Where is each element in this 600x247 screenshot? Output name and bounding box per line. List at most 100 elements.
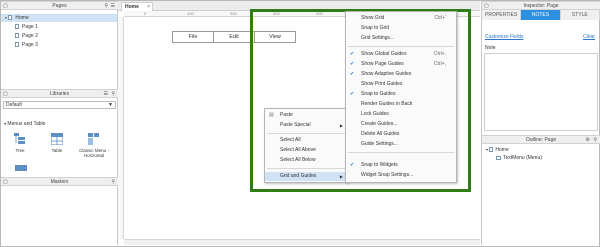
menu-item-label: Show Adaptive Guides [361,71,412,77]
left-panel: ▢ Pages ⚲ ☰ ▾ Home Page 1 Page 2 Page 3 … [1,1,118,245]
check-icon: ✔ [350,51,355,57]
customize-fields-link[interactable]: Customize Fields [485,34,523,40]
menu-item-snap-to-grid[interactable]: Snap to Grid [346,24,456,33]
menu-item-select-all[interactable]: Select All [265,136,347,145]
search-icon[interactable]: ⚲ [111,91,115,97]
menu-shortcut: Ctrl+' [434,15,446,21]
note-textarea[interactable] [484,53,598,131]
pages-panel-header: ▢ Pages ⚲ ☰ [1,1,118,10]
tab-style[interactable]: STYLE [560,10,600,20]
canvas-menu-item-edit[interactable]: Edit [213,31,255,43]
menu-item-label: Grid and Guides [280,173,317,179]
panel-menu-icon[interactable]: ☰ [111,3,115,9]
check-icon: ✔ [350,71,355,77]
outline-label: TextMenu (Menu) [503,155,542,161]
close-icon[interactable]: × [147,3,150,11]
outline-title: Outline: Page [525,137,557,143]
menu-item-show-grid[interactable]: Show Grid Ctrl+' [346,14,456,23]
page-icon [15,24,19,30]
ruler-label: 200 [230,11,237,16]
tab-properties[interactable]: PROPERTIES [482,10,522,20]
tab-home[interactable]: Home × [121,2,153,11]
menu-item-label: Show Global Guides [361,51,407,57]
menu-item-show-global-guides[interactable]: ✔ Show Global Guides Ctrl+. [346,50,456,59]
menu-widget-icon [496,155,501,160]
menu-item-label: Render Guides in Back [361,101,413,107]
menu-item-label: Grid Settings... [361,35,395,41]
menu-item-show-page-guides[interactable]: ✔ Show Page Guides Ctrl+, [346,60,456,69]
outline-item-textmenu[interactable]: TextMenu (Menu) [496,154,542,162]
ruler-label: 0 [144,11,147,16]
page-icon [489,147,494,153]
paste-icon: ▤ [269,112,274,118]
menu-item-label: Guide Settings... [361,141,398,147]
collapse-icon[interactable]: ▾ [5,15,7,20]
tree-widget-icon [14,133,25,144]
menu-item-guide-settings[interactable]: Guide Settings... [346,140,456,149]
widget-tree[interactable]: Tree [8,133,32,153]
masters-panel-header: ▢ Masters ⚲ [1,177,118,186]
page-tree-item-page1[interactable]: Page 1 [15,23,38,31]
grid-guides-submenu: Show Grid Ctrl+' Snap to Grid Grid Setti… [345,11,457,183]
tab-notes[interactable]: NOTES [521,10,561,20]
inspector-header: ▢ Inspector: Page [482,1,600,10]
collapse-icon[interactable]: ▾ [4,121,6,126]
menu-item-render-guides-in-back[interactable]: Render Guides in Back [346,100,456,109]
right-panel: ▢ Inspector: Page PROPERTIES NOTES STYLE… [481,1,600,245]
menu-item-label: Delete All Guides [361,131,400,137]
canvas-menu-item-file[interactable]: File [172,31,214,43]
menu-item-paste-special[interactable]: Paste Special ▶ [265,121,347,130]
vertical-ruler [118,17,124,239]
libraries-title: Libraries [49,91,70,97]
widget-label: Table [51,148,63,153]
menu-item-grid-and-guides[interactable]: Grid and Guides ▶ [265,172,347,181]
library-menu-icon[interactable]: ☰ [104,91,108,97]
menu-separator [348,46,454,47]
widget-label: Classic Menu - Horizontal [79,148,109,158]
menu-separator [267,168,345,169]
menu-item-show-adaptive-guides[interactable]: ✔ Show Adaptive Guides [346,70,456,79]
library-select[interactable]: Default ▼ [3,101,116,109]
menu-item-label: Select All Above [280,147,316,153]
search-icon[interactable]: ⚲ [593,137,597,143]
menu-item-label: Select All [280,137,301,143]
menu-widget-icon [88,133,99,145]
menu-item-label: Snap to Guides [361,91,396,97]
chevron-down-icon: ▼ [108,102,113,108]
menu-item-label: Lock Guides [361,111,389,117]
menu-item-show-print-guides[interactable]: Show Print Guides [346,80,456,89]
menu-item-grid-settings[interactable]: Grid Settings... [346,34,456,43]
note-label: Note [485,45,496,51]
filter-icon[interactable]: ⚙ [586,137,590,143]
tab-label: Home [125,4,139,10]
search-icon[interactable]: ⚲ [111,179,115,185]
widget-table[interactable]: Table [45,132,69,153]
widget-label: Tree [15,148,25,153]
library-section-header[interactable]: ▾ Menus and Table [4,120,45,128]
widget-classic-menu[interactable]: Classic Menu - Horizontal [79,133,109,158]
menu-item-snap-to-guides[interactable]: ✔ Snap to Guides [346,90,456,99]
page-label: Page 3 [22,42,38,48]
outline-item-home[interactable]: ▾ Home [486,146,509,154]
page-tree-item-home[interactable]: ▾ Home [1,14,117,22]
menu-item-lock-guides[interactable]: Lock Guides [346,110,456,119]
menu-item-paste[interactable]: ▤ Paste [265,111,347,120]
search-icon[interactable]: ⚲ [104,3,108,9]
pages-title: Pages [52,3,67,9]
check-icon: ✔ [350,162,355,168]
horizontal-scrollbar[interactable] [124,239,480,245]
scroll-indicator[interactable] [15,165,27,171]
page-tree-item-page2[interactable]: Page 2 [15,32,38,40]
menu-item-select-all-below[interactable]: Select All Below [265,156,347,165]
collapse-icon[interactable]: ▾ [486,147,488,152]
check-icon: ✔ [350,91,355,97]
menu-item-select-all-above[interactable]: Select All Above [265,146,347,155]
clear-link[interactable]: Clear [583,34,595,40]
menu-item-create-guides[interactable]: Create Guides... [346,120,456,129]
menu-item-label: Snap to Widgets [361,162,398,168]
menu-item-delete-all-guides[interactable]: Delete All Guides [346,130,456,139]
menu-item-widget-snap-settings[interactable]: Widget Snap Settings... [346,171,456,180]
menu-item-snap-to-widgets[interactable]: ✔ Snap to Widgets [346,161,456,170]
page-tree-item-page3[interactable]: Page 3 [15,41,38,49]
page-label: Home [15,15,29,21]
